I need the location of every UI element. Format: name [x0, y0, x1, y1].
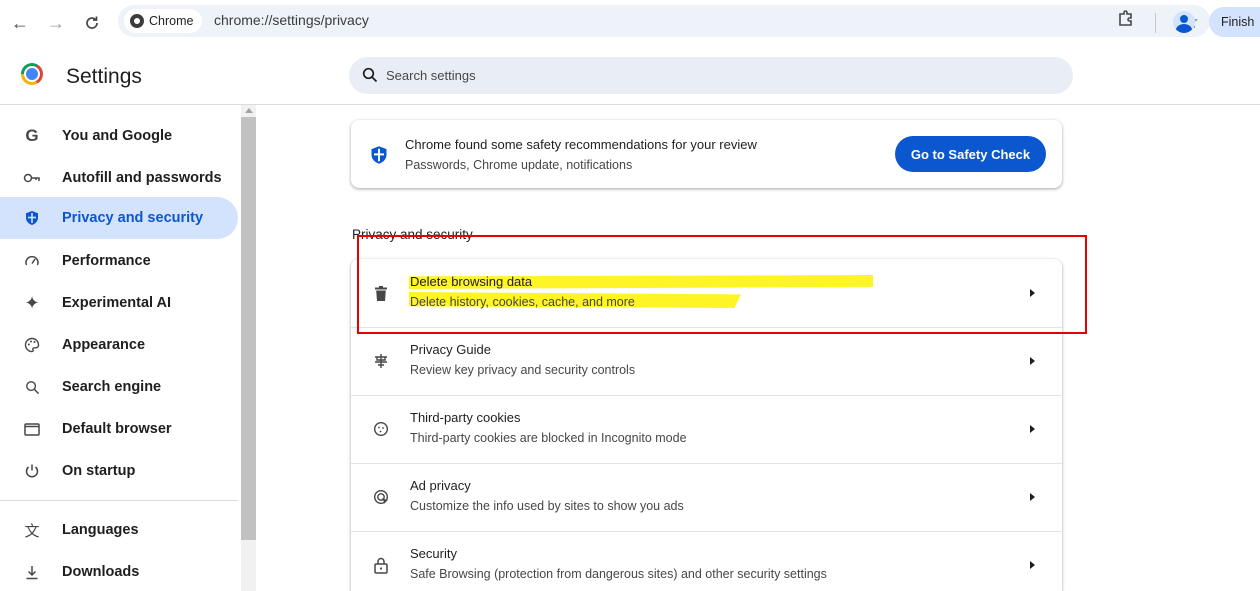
row-title: Ad privacy: [410, 478, 471, 493]
row-title: Security: [410, 546, 457, 561]
sidebar-item-experimental-ai[interactable]: ✦ Experimental AI: [0, 282, 238, 324]
key-icon: [22, 168, 42, 188]
sidebar-item-autofill[interactable]: Autofill and passwords: [0, 157, 238, 199]
finish-update-button[interactable]: Finish: [1209, 7, 1260, 37]
sidebar-divider: [0, 500, 238, 501]
site-info-chip[interactable]: Chrome: [124, 9, 203, 33]
sidebar-item-privacy-and-security[interactable]: Privacy and security: [0, 197, 238, 239]
search-placeholder: Search settings: [386, 68, 476, 83]
forward-icon[interactable]: →: [44, 11, 68, 35]
power-icon: [22, 461, 42, 481]
search-settings-input[interactable]: Search settings: [349, 57, 1073, 94]
row-subtitle: Customize the info used by sites to show…: [410, 499, 684, 513]
row-divider: [351, 531, 1062, 532]
row-third-party-cookies[interactable]: Third-party cookies Third-party cookies …: [351, 395, 1062, 463]
sparkle-icon: ✦: [24, 292, 40, 313]
row-title: Privacy Guide: [410, 342, 491, 357]
sidebar-item-appearance[interactable]: Appearance: [0, 324, 238, 366]
lock-icon: [371, 555, 391, 575]
page-title: Settings: [66, 65, 142, 88]
google-g-icon: G: [25, 126, 39, 145]
gauge-icon: [22, 251, 42, 271]
sidebar-item-label: Appearance: [62, 337, 146, 353]
back-icon[interactable]: ←: [8, 11, 32, 35]
browser-toolbar: ← → Chrome chrome://settings/privacy ☆ F…: [0, 0, 1260, 46]
chevron-right-icon: [1030, 425, 1035, 433]
row-divider: [351, 463, 1062, 464]
sidebar-item-downloads[interactable]: Downloads: [0, 551, 238, 591]
sidebar-item-label: Autofill and passwords: [62, 170, 222, 186]
profile-avatar-icon[interactable]: [1173, 11, 1195, 33]
row-title: Third-party cookies: [410, 410, 521, 425]
sidebar-item-on-startup[interactable]: On startup: [0, 450, 238, 492]
chevron-right-icon: [1030, 561, 1035, 569]
translate-icon: 文: [24, 522, 40, 540]
chevron-right-icon: [1030, 493, 1035, 501]
sidebar-item-languages[interactable]: 文 Languages: [0, 509, 238, 551]
safety-check-title: Chrome found some safety recommendations…: [405, 137, 757, 152]
palette-icon: [22, 335, 42, 355]
reload-icon[interactable]: [80, 11, 104, 35]
sidebar-item-search-engine[interactable]: Search engine: [0, 366, 238, 408]
row-ad-privacy[interactable]: Ad privacy Customize the info used by si…: [351, 463, 1062, 531]
row-subtitle: Third-party cookies are blocked in Incog…: [410, 431, 687, 445]
sidebar-item-label: Experimental AI: [62, 295, 172, 311]
safety-check-subtitle: Passwords, Chrome update, notifications: [405, 158, 633, 172]
site-chip-label: Chrome: [149, 14, 194, 28]
toolbar-divider: [1155, 13, 1156, 33]
url-text[interactable]: chrome://settings/privacy: [214, 12, 369, 28]
safety-check-card: Chrome found some safety recommendations…: [351, 120, 1062, 188]
safety-shield-icon: [371, 146, 387, 164]
browser-window-icon: [22, 419, 42, 439]
sidebar-item-default-browser[interactable]: Default browser: [0, 408, 238, 450]
settings-header: Settings Search settings: [0, 46, 1260, 104]
privacy-guide-icon: [371, 351, 391, 371]
settings-sidebar: G You and Google Autofill and passwords …: [0, 105, 256, 591]
sidebar-item-label: You and Google: [62, 128, 173, 144]
row-subtitle: Review key privacy and security controls: [410, 363, 636, 377]
shield-icon: [22, 208, 42, 228]
extensions-icon[interactable]: [1117, 9, 1135, 27]
cookie-icon: [371, 419, 391, 439]
sidebar-item-label: Downloads: [62, 564, 140, 580]
scroll-up-arrow-icon[interactable]: [245, 108, 253, 113]
chrome-logo-icon: [21, 63, 43, 85]
sidebar-scrollbar[interactable]: [241, 105, 256, 591]
chevron-right-icon: [1030, 357, 1035, 365]
annotation-highlight-box: [357, 235, 1087, 334]
scrollbar-thumb[interactable]: [241, 117, 256, 540]
search-icon: [362, 67, 378, 83]
row-divider: [351, 395, 1062, 396]
sidebar-item-label: Performance: [62, 253, 151, 269]
sidebar-item-label: Languages: [62, 522, 139, 538]
go-to-safety-check-button[interactable]: Go to Safety Check: [895, 136, 1046, 172]
search-icon: [22, 377, 42, 397]
download-icon: [22, 562, 42, 582]
row-subtitle: Safe Browsing (protection from dangerous…: [410, 567, 827, 581]
sidebar-item-you-and-google[interactable]: G You and Google: [0, 115, 238, 157]
sidebar-item-label: Privacy and security: [62, 210, 204, 226]
ad-privacy-icon: [371, 487, 391, 507]
chrome-icon: [130, 14, 144, 28]
sidebar-item-label: On startup: [62, 463, 136, 479]
row-privacy-guide[interactable]: Privacy Guide Review key privacy and sec…: [351, 327, 1062, 395]
sidebar-item-label: Default browser: [62, 421, 172, 437]
sidebar-item-label: Search engine: [62, 379, 162, 395]
sidebar-item-performance[interactable]: Performance: [0, 240, 238, 282]
address-bar[interactable]: Chrome chrome://settings/privacy ☆: [118, 5, 1210, 37]
row-security[interactable]: Security Safe Browsing (protection from …: [351, 531, 1062, 591]
